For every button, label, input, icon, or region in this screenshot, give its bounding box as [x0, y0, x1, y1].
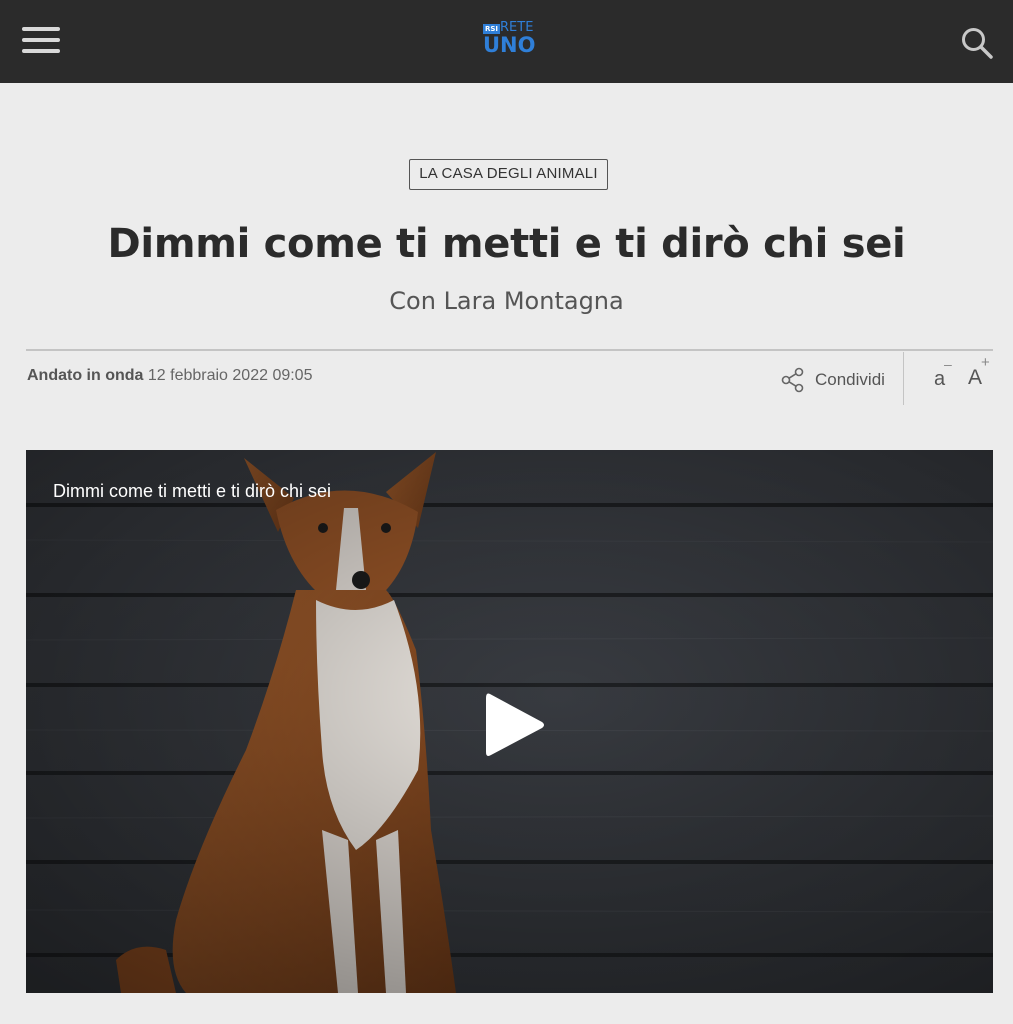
play-button[interactable]	[482, 688, 548, 762]
category-badge[interactable]: LA CASA DEGLI ANIMALI	[409, 159, 608, 190]
share-label: Condividi	[815, 370, 885, 389]
share-icon	[781, 367, 804, 393]
aired-label: Andato in onda	[27, 367, 144, 384]
vertical-divider	[903, 352, 904, 405]
video-title: Dimmi come ti metti e ti dirò chi sei	[53, 481, 332, 501]
search-icon	[962, 28, 993, 59]
play-icon	[486, 693, 544, 756]
rete-uno-logo[interactable]: RSI RETE UNO	[483, 21, 539, 58]
decrease-font-button[interactable]: a –	[932, 356, 954, 394]
plus-icon: +	[981, 354, 990, 371]
article-subtitle: Con Lara Montagna	[389, 287, 624, 315]
menu-button[interactable]	[22, 27, 60, 57]
share-button[interactable]: Condividi	[781, 366, 885, 394]
increase-font-button[interactable]: A +	[966, 354, 992, 394]
font-large-glyph: A	[968, 366, 983, 389]
search-button[interactable]	[960, 26, 994, 60]
top-navigation-bar: RSI RETE UNO	[0, 0, 1013, 83]
hamburger-menu-icon	[22, 27, 60, 31]
video-player[interactable]: Dimmi come ti metti e ti dirò chi sei	[26, 450, 993, 993]
hamburger-menu-line	[22, 49, 60, 53]
aired-info: Andato in onda 12 febbraio 2022 09:05	[27, 366, 312, 386]
divider	[26, 349, 993, 351]
aired-date: 12 febbraio 2022 09:05	[147, 367, 313, 384]
hamburger-menu-line	[22, 38, 60, 42]
article-title: Dimmi come ti metti e ti dirò chi sei	[107, 221, 906, 267]
minus-icon: –	[944, 356, 952, 372]
logo-uno: UNO	[483, 33, 536, 57]
